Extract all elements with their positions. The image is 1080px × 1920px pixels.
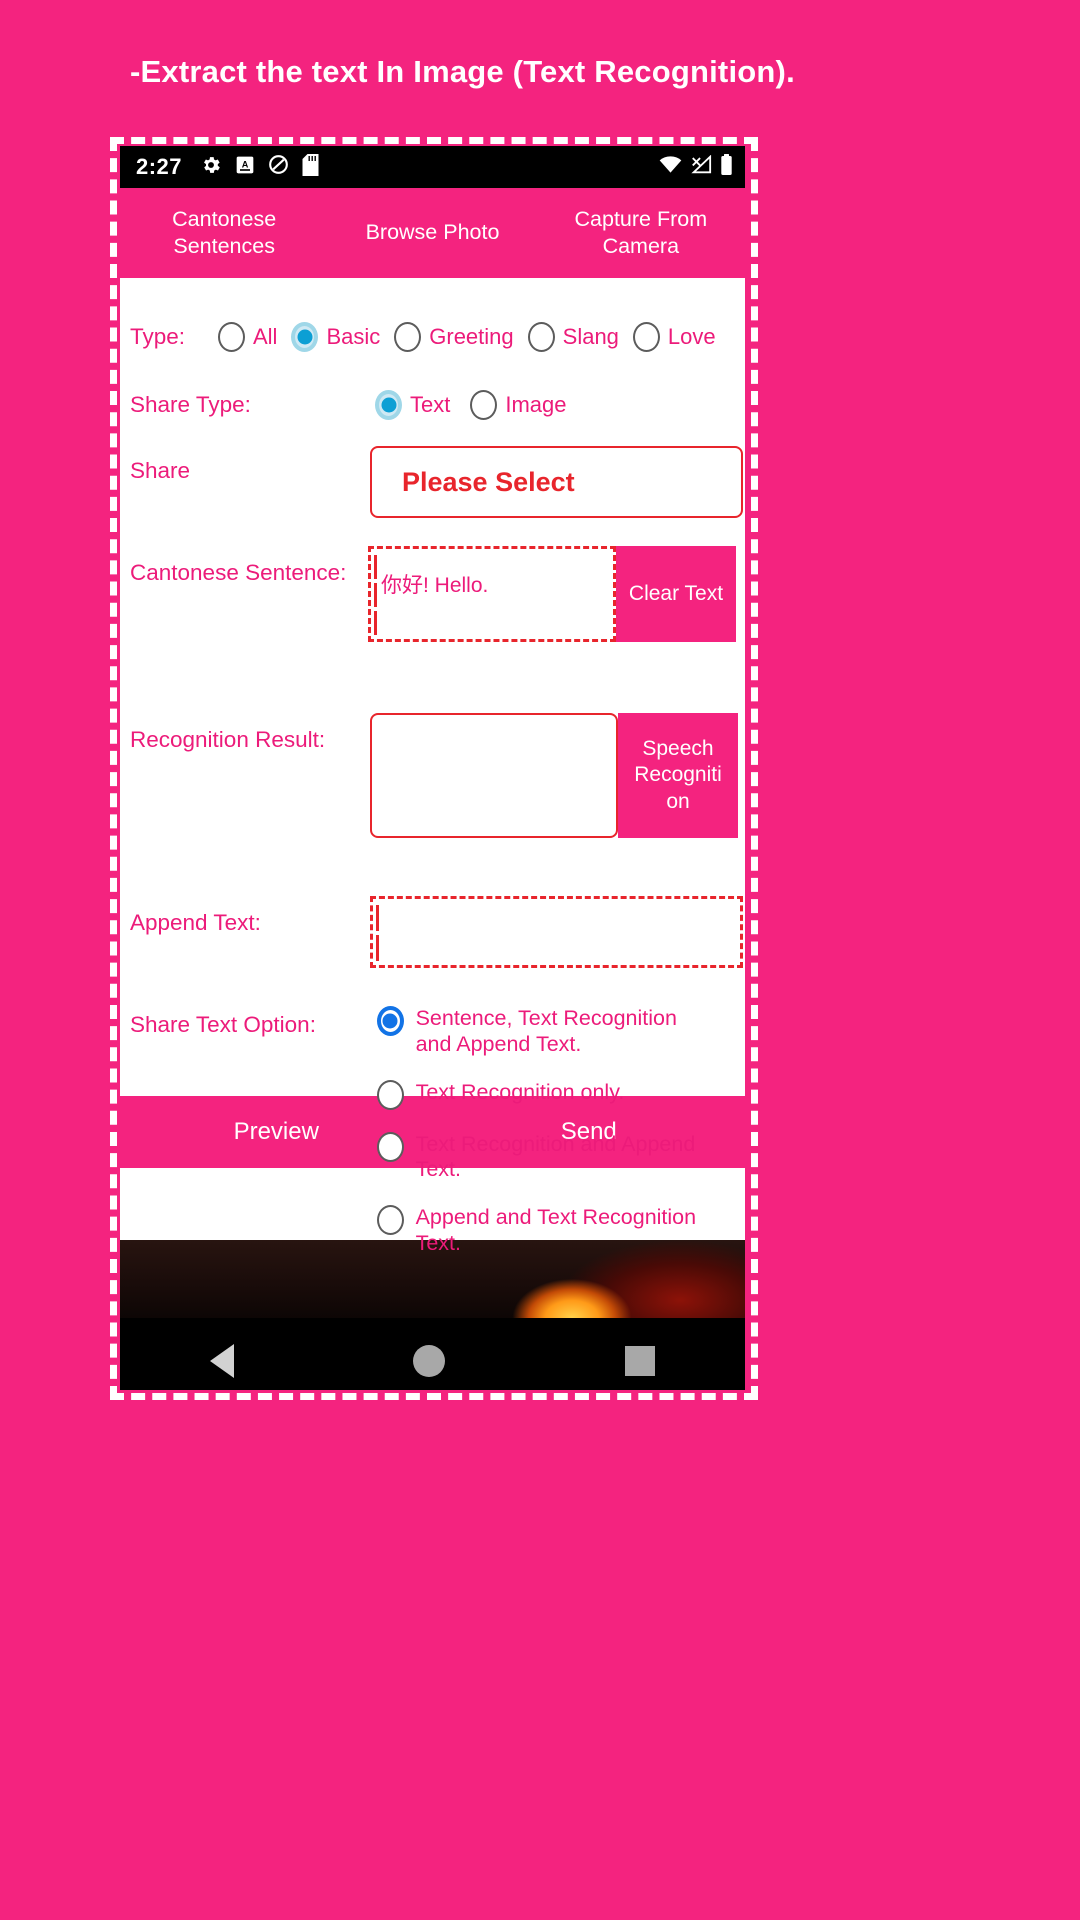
cantonese-sentence-value: 你好! Hello.: [381, 574, 489, 597]
row-share-text-option: Share Text Option: Sentence, Text Recogn…: [120, 996, 745, 1257]
share-type-radio-group: Text Image: [375, 390, 567, 420]
radio-love-label: Love: [667, 324, 716, 349]
radio-basic-label: Basic: [326, 324, 381, 349]
gear-icon: [200, 154, 222, 181]
row-share: Share Please Select: [120, 446, 745, 518]
radio-slang-icon[interactable]: [527, 322, 555, 352]
radio-slang-label: Slang: [562, 324, 619, 349]
radio-option-slang[interactable]: Slang: [527, 322, 619, 352]
status-clock: 2:27: [136, 154, 183, 179]
radio-recognition-only-icon[interactable]: [376, 1079, 404, 1110]
form-body: Type: All Basic Greeting Slang Love Shar…: [120, 278, 745, 1255]
radio-option-recognition-and-append[interactable]: Text Recognition and Append Text.: [376, 1131, 745, 1184]
radio-all-icon[interactable]: [218, 322, 245, 352]
phone-screen: 2:27 A Cantonese Sentences Browse Photo …: [120, 146, 745, 1390]
append-text-label: Append Text:: [130, 910, 261, 935]
share-text-option-label: Share Text Option:: [130, 1012, 316, 1037]
signal-off-icon: [690, 154, 712, 179]
tab-cantonese-sentences[interactable]: Cantonese Sentences: [120, 206, 328, 261]
cantonese-sentence-input[interactable]: 你好! Hello.: [368, 546, 616, 642]
row-type: Type: All Basic Greeting Slang Love: [120, 322, 745, 352]
radio-option-basic[interactable]: Basic: [291, 322, 380, 352]
text-caret: [376, 935, 379, 961]
row-cantonese-sentence: Cantonese Sentence: 你好! Hello. Clear Tex…: [120, 546, 745, 642]
tab-bar: Cantonese Sentences Browse Photo Capture…: [120, 188, 745, 278]
radio-text-label: Text: [410, 392, 451, 417]
page-root: -Extract the text In Image (Text Recogni…: [0, 0, 1080, 1920]
recognition-result-label: Recognition Result:: [130, 727, 326, 752]
text-caret: [374, 555, 377, 579]
radio-text-icon[interactable]: [375, 390, 402, 420]
text-caret: [374, 583, 377, 607]
radio-love-icon[interactable]: [632, 322, 660, 352]
svg-text:A: A: [242, 159, 249, 169]
type-radio-group: All Basic Greeting Slang Love: [218, 322, 716, 352]
text-caret: [374, 611, 377, 635]
type-label: Type:: [130, 324, 186, 349]
share-text-option-radio-group: Sentence, Text Recognition and Append Te…: [376, 996, 745, 1257]
a-badge-icon: A: [235, 155, 255, 180]
radio-option-sentence-recognition-append[interactable]: Sentence, Text Recognition and Append Te…: [376, 1006, 745, 1058]
radio-option-append-and-recognition[interactable]: Append and Text Recognition Text.: [376, 1205, 745, 1257]
row-recognition-result: Recognition Result: Speech Recogniti on: [120, 713, 745, 838]
radio-recognition-only-label: Text Recognition only.: [415, 1079, 625, 1104]
share-type-label: Share Type:: [130, 392, 251, 417]
radio-image-icon[interactable]: [470, 390, 498, 420]
radio-sentence-recognition-append-icon[interactable]: [376, 1006, 404, 1036]
append-text-input[interactable]: [370, 896, 743, 968]
recents-square-icon[interactable]: [625, 1346, 656, 1376]
status-left-icons: A: [200, 153, 319, 181]
do-not-disturb-icon: [268, 154, 289, 180]
radio-append-and-recognition-label: Append and Text Recognition Text.: [415, 1205, 697, 1255]
share-select[interactable]: Please Select: [370, 446, 743, 518]
radio-append-and-recognition-icon[interactable]: [376, 1205, 404, 1236]
cantonese-sentence-label: Cantonese Sentence:: [130, 560, 347, 585]
share-label: Share: [130, 458, 191, 483]
recognition-result-input[interactable]: [370, 713, 618, 838]
clear-text-button[interactable]: Clear Text: [616, 546, 736, 642]
wifi-icon: [659, 155, 682, 179]
tab-capture-from-camera[interactable]: Capture From Camera: [537, 206, 745, 261]
radio-option-love[interactable]: Love: [632, 322, 716, 352]
radio-recognition-and-append-icon[interactable]: [376, 1131, 404, 1162]
radio-option-greeting[interactable]: Greeting: [394, 322, 514, 352]
radio-greeting-label: Greeting: [429, 324, 514, 349]
row-append-text: Append Text:: [120, 896, 745, 968]
radio-basic-icon[interactable]: [291, 322, 319, 352]
android-nav-bar: [120, 1318, 745, 1390]
sd-card-icon: [302, 153, 319, 181]
text-caret: [376, 905, 379, 931]
radio-option-text[interactable]: Text: [375, 390, 450, 420]
row-share-type: Share Type: Text Image: [120, 390, 745, 420]
radio-greeting-icon[interactable]: [394, 322, 422, 352]
radio-sentence-recognition-append-label: Sentence, Text Recognition and Append Te…: [415, 1006, 677, 1056]
back-triangle-icon[interactable]: [209, 1344, 234, 1378]
home-circle-icon[interactable]: [413, 1345, 446, 1377]
tab-browse-photo[interactable]: Browse Photo: [328, 219, 536, 246]
status-bar: 2:27 A: [120, 146, 745, 188]
radio-recognition-and-append-label: Text Recognition and Append Text.: [415, 1131, 696, 1182]
radio-image-label: Image: [505, 392, 567, 417]
speech-recognition-button[interactable]: Speech Recogniti on: [618, 713, 738, 838]
radio-option-image[interactable]: Image: [470, 390, 567, 420]
page-caption: -Extract the text In Image (Text Recogni…: [130, 54, 795, 89]
radio-option-recognition-only[interactable]: Text Recognition only.: [376, 1079, 745, 1110]
radio-option-all[interactable]: All: [218, 322, 277, 352]
battery-icon: [720, 153, 733, 181]
status-right-icons: [659, 153, 733, 181]
radio-all-label: All: [253, 324, 278, 349]
